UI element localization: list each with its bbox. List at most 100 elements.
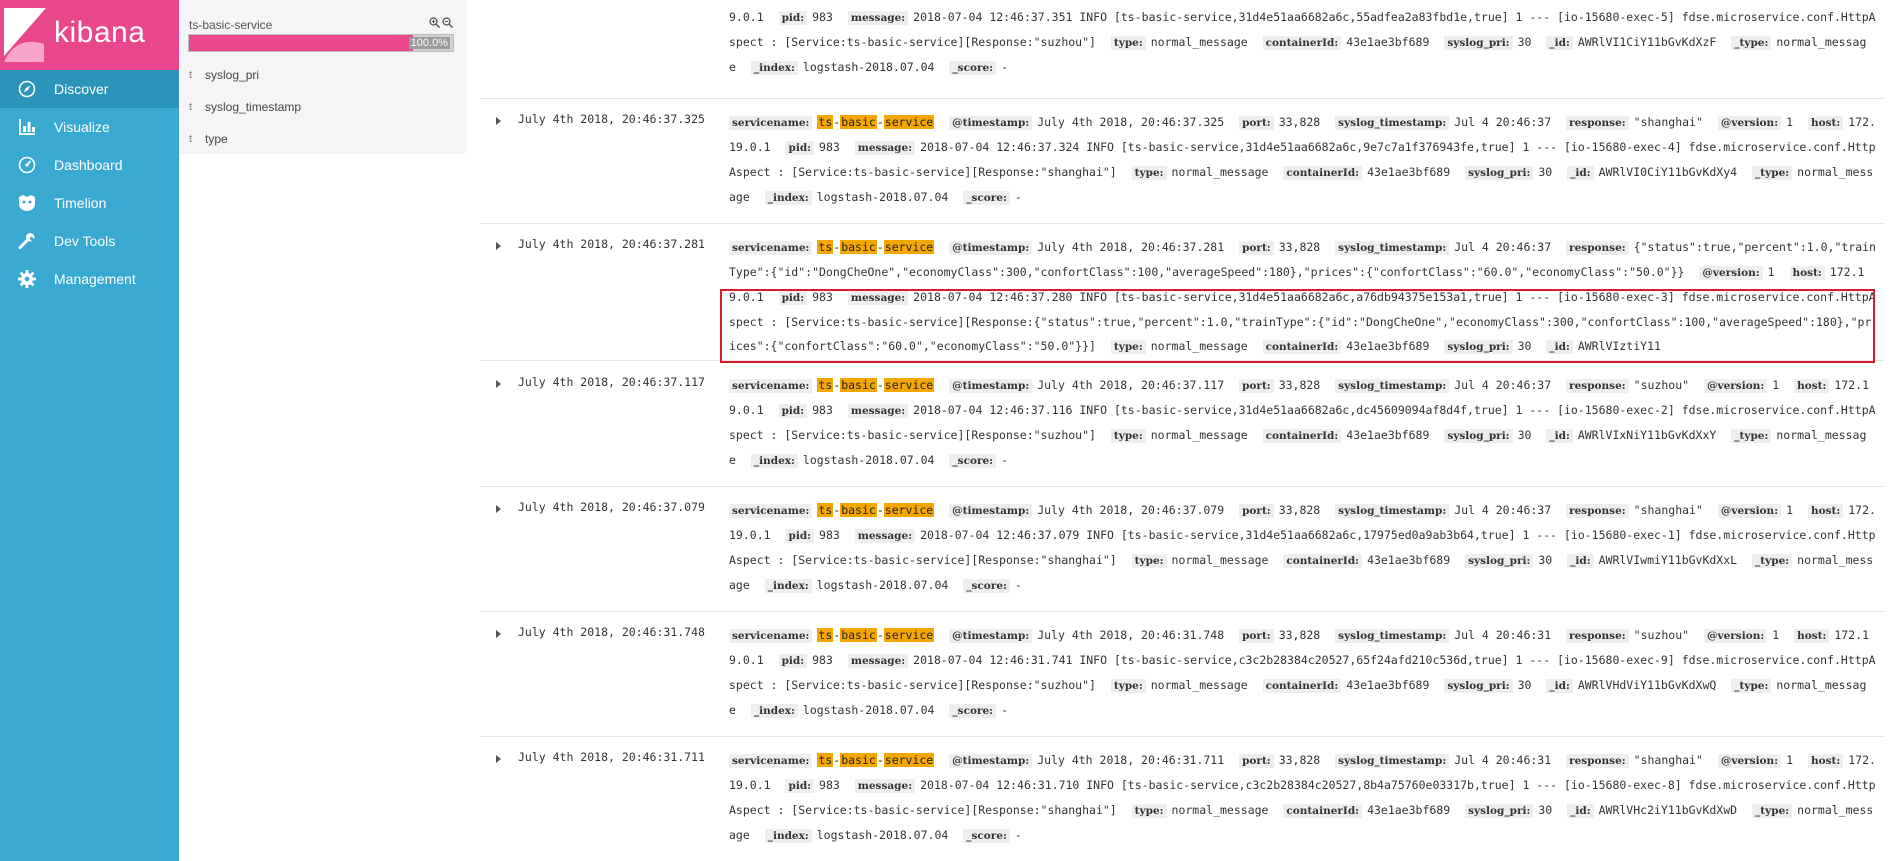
- field-key-index: _index:: [750, 61, 798, 75]
- field-key-syslog-pri: syslog_pri:: [1444, 340, 1513, 354]
- field-value-index: logstash-2018.07.04: [816, 190, 949, 204]
- field-key-response: response:: [1566, 241, 1629, 255]
- field-key-containerid: containerId:: [1262, 429, 1342, 443]
- field-value-servicename: ts-basic-service: [817, 378, 935, 392]
- field-key-type: type:: [1110, 36, 1146, 50]
- field-key-type: type:: [1110, 340, 1146, 354]
- zoom-out-icon[interactable]: [442, 17, 453, 28]
- field-key-servicename: servicename:: [729, 379, 813, 393]
- field-key-response: response:: [1566, 504, 1629, 518]
- field-value-syslog-timestamp: Jul 4 20:46:31: [1454, 628, 1552, 642]
- field-value-servicename: ts-basic-service: [817, 115, 935, 129]
- expand-caret-icon[interactable]: [496, 755, 501, 763]
- field-key-servicename: servicename:: [729, 504, 813, 518]
- expand-caret-icon[interactable]: [496, 242, 501, 250]
- kibana-logo-icon: [4, 8, 46, 62]
- field-value-index: logstash-2018.07.04: [816, 828, 949, 842]
- field-key-version: @version:: [1717, 116, 1782, 130]
- field-item-syslog-timestamp[interactable]: t syslog_timestamp: [189, 100, 301, 114]
- field-key-id: _id:: [1546, 340, 1573, 354]
- field-key-id: _id:: [1546, 429, 1573, 443]
- field-value-port: 33,828: [1278, 628, 1321, 642]
- field-value-port: 33,828: [1278, 503, 1321, 517]
- field-key-score: _score:: [963, 829, 1010, 843]
- field-key-type: type:: [1131, 554, 1167, 568]
- field-value-pid: 983: [812, 403, 833, 417]
- field-value-port: 33,828: [1278, 240, 1321, 254]
- document-time: July 4th 2018, 20:46:37.281: [518, 237, 705, 251]
- dashboard-gauge-icon: [17, 155, 37, 175]
- nav-item-timelion[interactable]: Timelion: [0, 184, 179, 222]
- document-time: July 4th 2018, 20:46:31.748: [518, 625, 705, 639]
- field-key-type: type:: [1110, 429, 1146, 443]
- row-divider: [480, 736, 1885, 737]
- document-source: servicename: ts-basic-service @timestamp:…: [729, 623, 1877, 723]
- bar-chart-icon: [17, 117, 37, 137]
- field-value-version: 1: [1772, 628, 1780, 642]
- field-value-timestamp: July 4th 2018, 20:46:37.117: [1037, 378, 1225, 392]
- field-key-host: host:: [1807, 504, 1844, 518]
- field-value-port: 33,828: [1278, 753, 1321, 767]
- expand-caret-icon[interactable]: [496, 630, 501, 638]
- field-key-pid: pid:: [778, 404, 808, 418]
- field-key-message: message:: [847, 11, 909, 25]
- field-key-containerid: containerId:: [1283, 166, 1363, 180]
- field-value-index: logstash-2018.07.04: [802, 60, 935, 74]
- field-key-id: _id:: [1567, 166, 1594, 180]
- field-item-type[interactable]: t type: [189, 132, 228, 146]
- field-value-servicename: ts-basic-service: [817, 503, 935, 517]
- zoom-in-icon[interactable]: [429, 17, 440, 28]
- expand-caret-icon[interactable]: [496, 117, 501, 125]
- field-value-containerid: 43e1ae3bf689: [1346, 428, 1430, 442]
- nav-item-dashboard[interactable]: Dashboard: [0, 146, 179, 184]
- nav-label: Dashboard: [54, 157, 123, 173]
- nav-item-discover[interactable]: Discover: [0, 70, 179, 108]
- field-key-syslog-timestamp: syslog_timestamp:: [1335, 116, 1450, 130]
- document-source: servicename: ts-basic-service @timestamp:…: [729, 498, 1877, 598]
- field-value-port: 33,828: [1278, 378, 1321, 392]
- field-value-timestamp: July 4th 2018, 20:46:37.079: [1037, 503, 1225, 517]
- row-divider: [480, 223, 1885, 224]
- nav-item-management[interactable]: Management: [0, 260, 179, 298]
- field-key-version: @version:: [1703, 379, 1768, 393]
- field-key-timestamp: @timestamp:: [949, 754, 1033, 768]
- field-key-host: host:: [1807, 116, 1844, 130]
- field-value-version: 1: [1772, 378, 1780, 392]
- field-name: syslog_pri: [205, 68, 260, 82]
- expand-caret-icon[interactable]: [496, 380, 501, 388]
- field-value-syslog-pri: 30: [1517, 678, 1532, 692]
- field-value-version: 1: [1786, 115, 1794, 129]
- field-key-port: port:: [1239, 379, 1274, 393]
- field-value-servicename: ts-basic-service: [817, 753, 935, 767]
- field-value-id: AWRlVIztiY11: [1577, 339, 1661, 353]
- field-value-servicename: ts-basic-service: [817, 628, 935, 642]
- field-key-syslog-pri: syslog_pri:: [1465, 554, 1534, 568]
- field-value-score: -: [1014, 828, 1022, 842]
- document-source: servicename: ts-basic-service @timestamp:…: [729, 110, 1877, 210]
- field-key-syslog-timestamp: syslog_timestamp:: [1335, 629, 1450, 643]
- field-value-id: AWRlVIwmiY11bGvKdXxL: [1598, 553, 1738, 567]
- document-source: servicename: ts-basic-service @timestamp:…: [729, 748, 1877, 848]
- field-value-containerid: 43e1ae3bf689: [1346, 339, 1430, 353]
- field-key-pid: pid:: [778, 11, 808, 25]
- field-key-index: _index:: [750, 704, 798, 718]
- field-item-syslog-pri[interactable]: t syslog_pri: [189, 68, 259, 82]
- field-name: syslog_timestamp: [205, 100, 302, 114]
- field-value-id: AWRlVHc2iY11bGvKdXwD: [1598, 803, 1738, 817]
- nav-label: Visualize: [54, 119, 110, 135]
- field-key-pid: pid:: [785, 779, 815, 793]
- field-key-message: message:: [854, 529, 916, 543]
- nav-label: Discover: [54, 81, 109, 97]
- field-key-index: _index:: [750, 454, 798, 468]
- field-key-containerid: containerId:: [1262, 36, 1342, 50]
- field-value-type: normal_message: [1150, 428, 1248, 442]
- field-key-timestamp: @timestamp:: [949, 379, 1033, 393]
- nav-item-visualize[interactable]: Visualize: [0, 108, 179, 146]
- field-key-syslog-pri: syslog_pri:: [1444, 429, 1513, 443]
- field-key-response: response:: [1566, 379, 1629, 393]
- expand-caret-icon[interactable]: [496, 505, 501, 513]
- field-key-id: _id:: [1567, 554, 1594, 568]
- field-key-version: @version:: [1699, 266, 1763, 280]
- kibana-logo[interactable]: kibana: [0, 0, 179, 70]
- nav-item-dev-tools[interactable]: Dev Tools: [0, 222, 179, 260]
